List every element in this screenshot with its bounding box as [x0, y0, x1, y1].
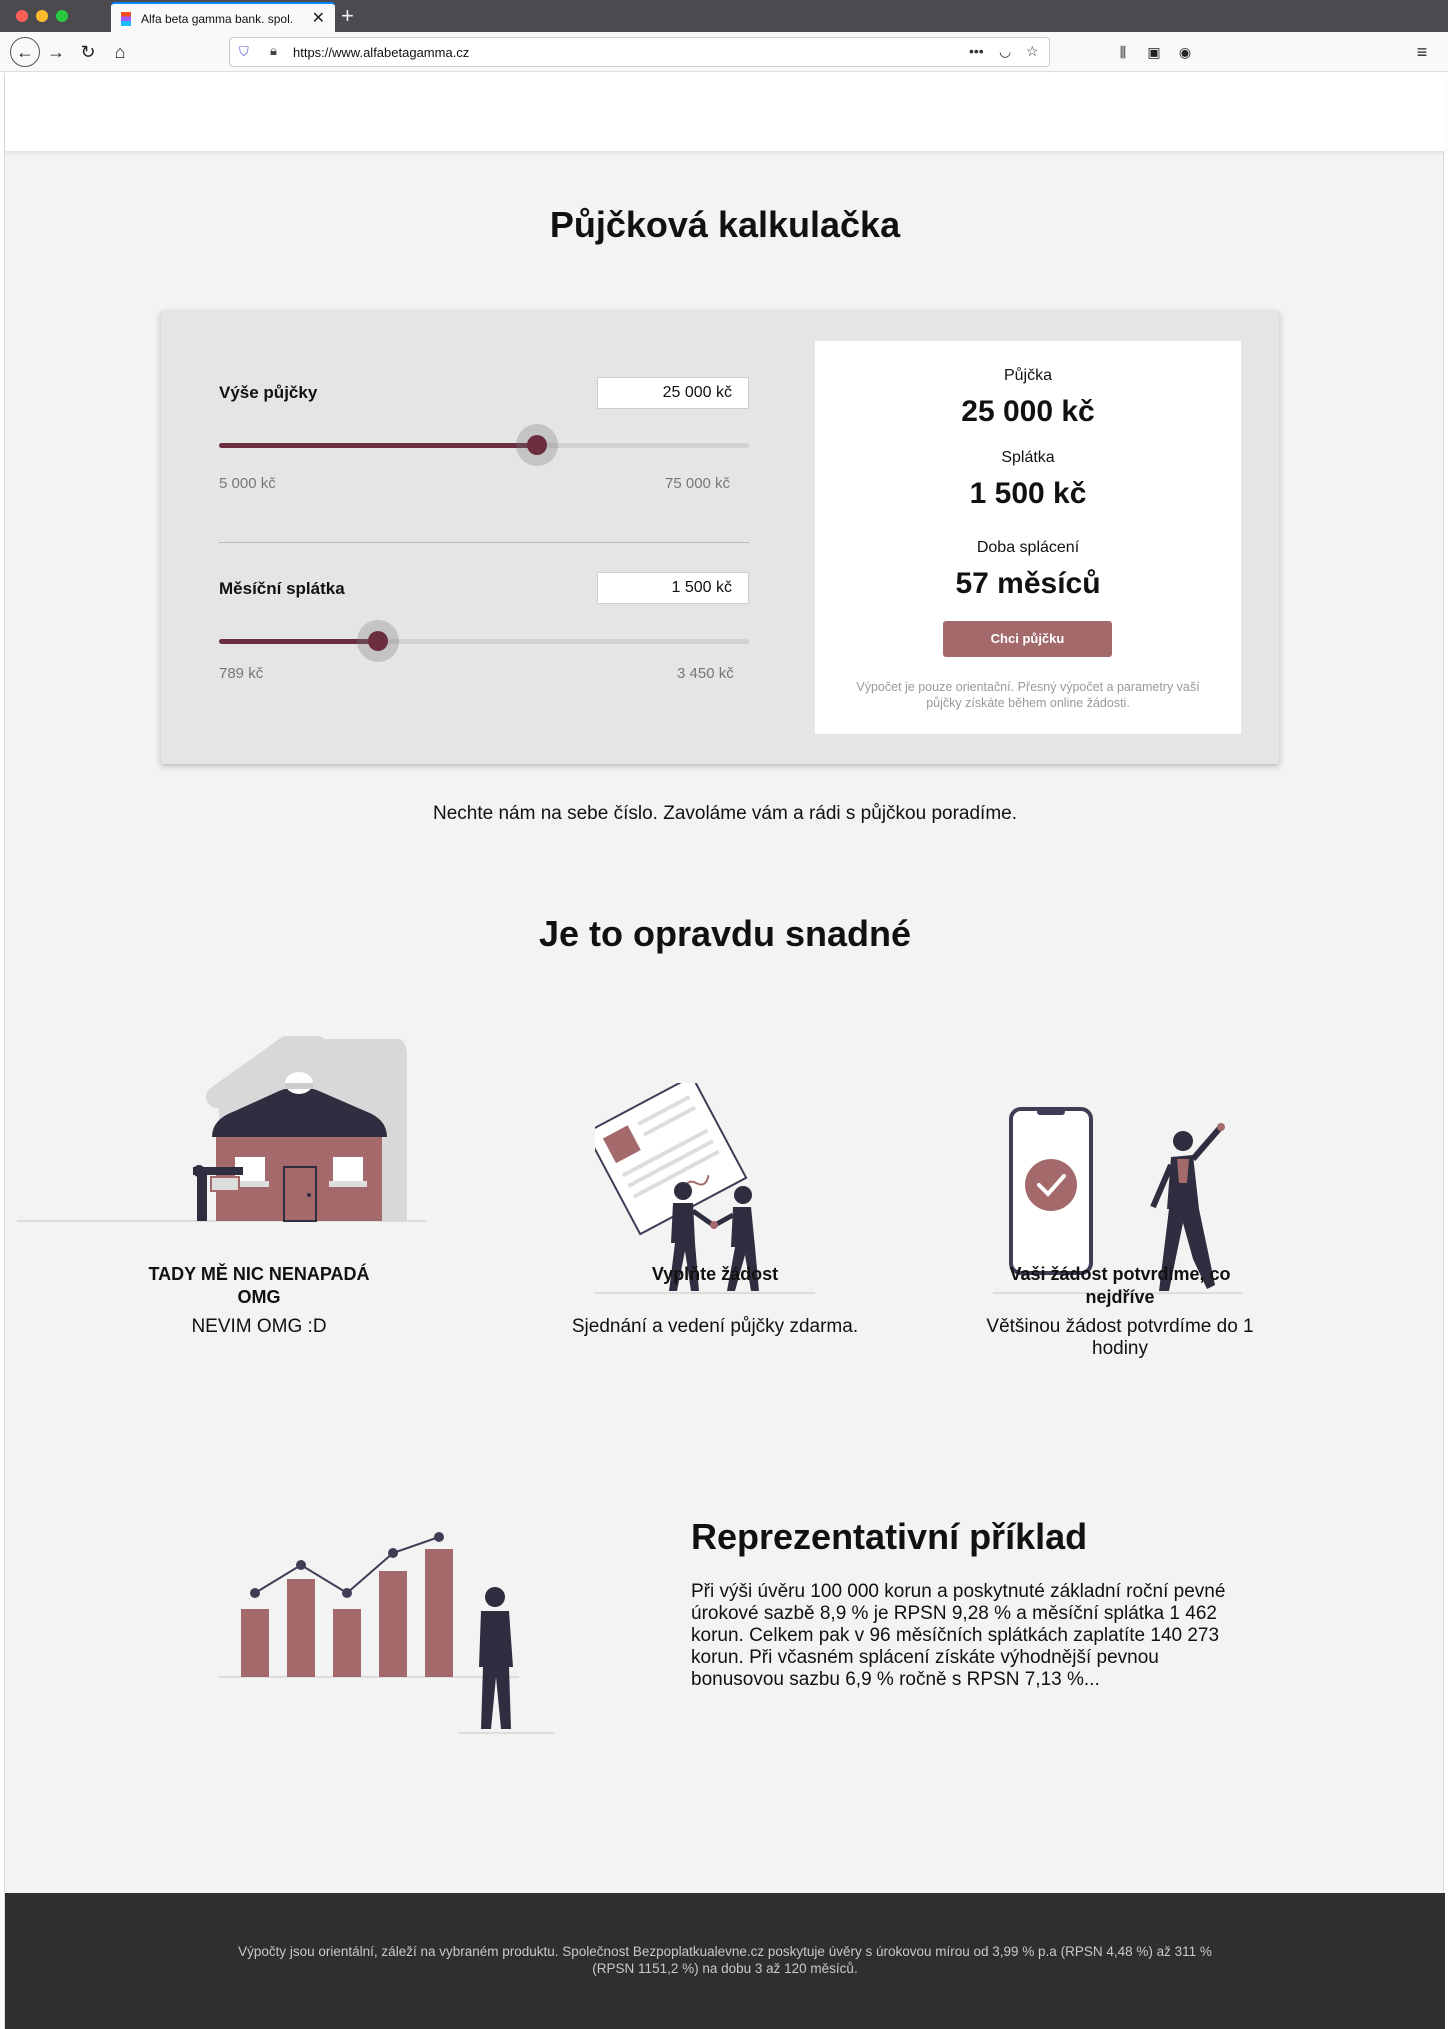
- tab-bar: Alfa beta gamma bank. spol. ✕ +: [0, 0, 1448, 32]
- url-bar[interactable]: ⛉ 🔒︎ https://www.alfabetagamma.cz ••• ◡ …: [229, 37, 1050, 67]
- example-heading: Reprezentativní příklad: [691, 1516, 1088, 1557]
- step-2-title: Vyplňte žádost: [651, 1264, 779, 1284]
- minimize-window-button[interactable]: [36, 10, 48, 22]
- nav-bar: ← → ↻ ⌂ ⛉ 🔒︎ https://www.alfabetagamma.c…: [0, 32, 1448, 72]
- payment-label: Měsíční splátka: [219, 579, 345, 598]
- amount-label: Výše půjčky: [219, 383, 318, 402]
- disclaimer-note: Výpočet je pouze orientační. Přesný výpo…: [856, 680, 1200, 710]
- loan-value: 25 000 kč: [961, 395, 1095, 428]
- loan-label: Půjčka: [1003, 367, 1053, 384]
- tab-title: Alfa beta gamma bank. spol.: [141, 12, 294, 26]
- house-illustration: [17, 1036, 427, 1222]
- amount-slider-handle[interactable]: [516, 424, 558, 466]
- home-icon[interactable]: ⌂: [106, 38, 134, 66]
- tab-close-icon[interactable]: ✕: [312, 8, 325, 28]
- payment-result-value: 1 500 kč: [969, 477, 1087, 510]
- calculator-heading: Půjčková kalkulačka: [549, 204, 901, 245]
- payment-slider[interactable]: [219, 620, 749, 662]
- loan-calculator: Výše půjčky 25 000 kč 5 000 kč 75 000 kč…: [161, 311, 1279, 764]
- amount-slider-fill: [219, 443, 537, 448]
- payment-min: 789 kč: [219, 665, 264, 682]
- step-2-text: Sjednání a vedení půjčky zdarma.: [571, 1316, 859, 1337]
- page-actions-icon[interactable]: •••: [969, 43, 984, 59]
- amount-min: 5 000 kč: [219, 475, 276, 492]
- web-page: Půjčková kalkulačka Výše půjčky 25 000 k…: [4, 73, 1445, 2029]
- growth-chart-illustration: [219, 1532, 555, 1734]
- amount-max: 75 000 kč: [665, 475, 731, 492]
- pocket-icon[interactable]: ◡: [999, 43, 1011, 60]
- step-3-title: Vaši žádost potvrdíme, co nejdříve: [1009, 1264, 1231, 1307]
- payment-input[interactable]: 1 500 kč: [597, 572, 749, 604]
- steps-heading: Je to opravdu snadné: [538, 913, 912, 954]
- amount-input[interactable]: 25 000 kč: [597, 377, 749, 409]
- payment-slider-fill: [219, 639, 378, 644]
- site-footer: Výpočty jsou orientální, záleží na vybra…: [5, 1893, 1445, 2029]
- bookmark-star-icon[interactable]: ☆: [1026, 43, 1039, 60]
- footer-text: Výpočty jsou orientální, záleží na vybra…: [238, 1944, 1212, 1976]
- want-loan-button[interactable]: Chci půjčku: [943, 621, 1112, 657]
- step-1-title: TADY MĚ NIC NENAPADÁ OMG: [148, 1264, 370, 1307]
- zoom-window-button[interactable]: [56, 10, 68, 22]
- callback-text: Nechte nám na sebe číslo. Zavoláme vám a…: [432, 803, 1017, 824]
- menu-icon[interactable]: ≡: [1408, 38, 1436, 66]
- lock-icon[interactable]: 🔒︎: [270, 43, 277, 59]
- payment-max: 3 450 kč: [677, 665, 734, 682]
- duration-label: Doba splácení: [976, 539, 1080, 556]
- url-text[interactable]: https://www.alfabetagamma.cz: [293, 45, 469, 60]
- example-text: Při výši úvěru 100 000 korun a poskytnut…: [691, 1581, 1226, 1690]
- close-window-button[interactable]: [16, 10, 28, 22]
- payment-slider-handle[interactable]: [357, 620, 399, 662]
- browser-chrome: Alfa beta gamma bank. spol. ✕ + ← → ↻ ⌂ …: [0, 0, 1448, 72]
- new-tab-button[interactable]: +: [341, 3, 354, 29]
- step-1-text: NEVIM OMG :D: [191, 1316, 327, 1337]
- sidebar-icon[interactable]: ▣: [1140, 38, 1168, 66]
- duration-value: 57 měsíců: [955, 567, 1101, 600]
- account-icon[interactable]: ◉: [1171, 38, 1199, 66]
- figma-favicon-icon: [121, 12, 131, 26]
- payment-result-label: Splátka: [1001, 449, 1055, 466]
- back-icon[interactable]: ←: [10, 37, 40, 67]
- library-icon[interactable]: ⫼: [1109, 38, 1137, 66]
- reload-icon[interactable]: ↻: [74, 38, 102, 66]
- amount-slider[interactable]: [219, 424, 749, 466]
- divider: [219, 542, 749, 543]
- result-panel: Půjčka 25 000 kč Splátka 1 500 kč Doba s…: [815, 341, 1241, 734]
- site-header: [5, 73, 1445, 151]
- forward-icon[interactable]: →: [42, 38, 70, 66]
- step-3-text: Většinou žádost potvrdíme do 1 hodiny: [986, 1316, 1254, 1359]
- browser-tab[interactable]: Alfa beta gamma bank. spol. ✕: [111, 2, 335, 32]
- tracking-shield-icon[interactable]: ⛉: [239, 44, 249, 60]
